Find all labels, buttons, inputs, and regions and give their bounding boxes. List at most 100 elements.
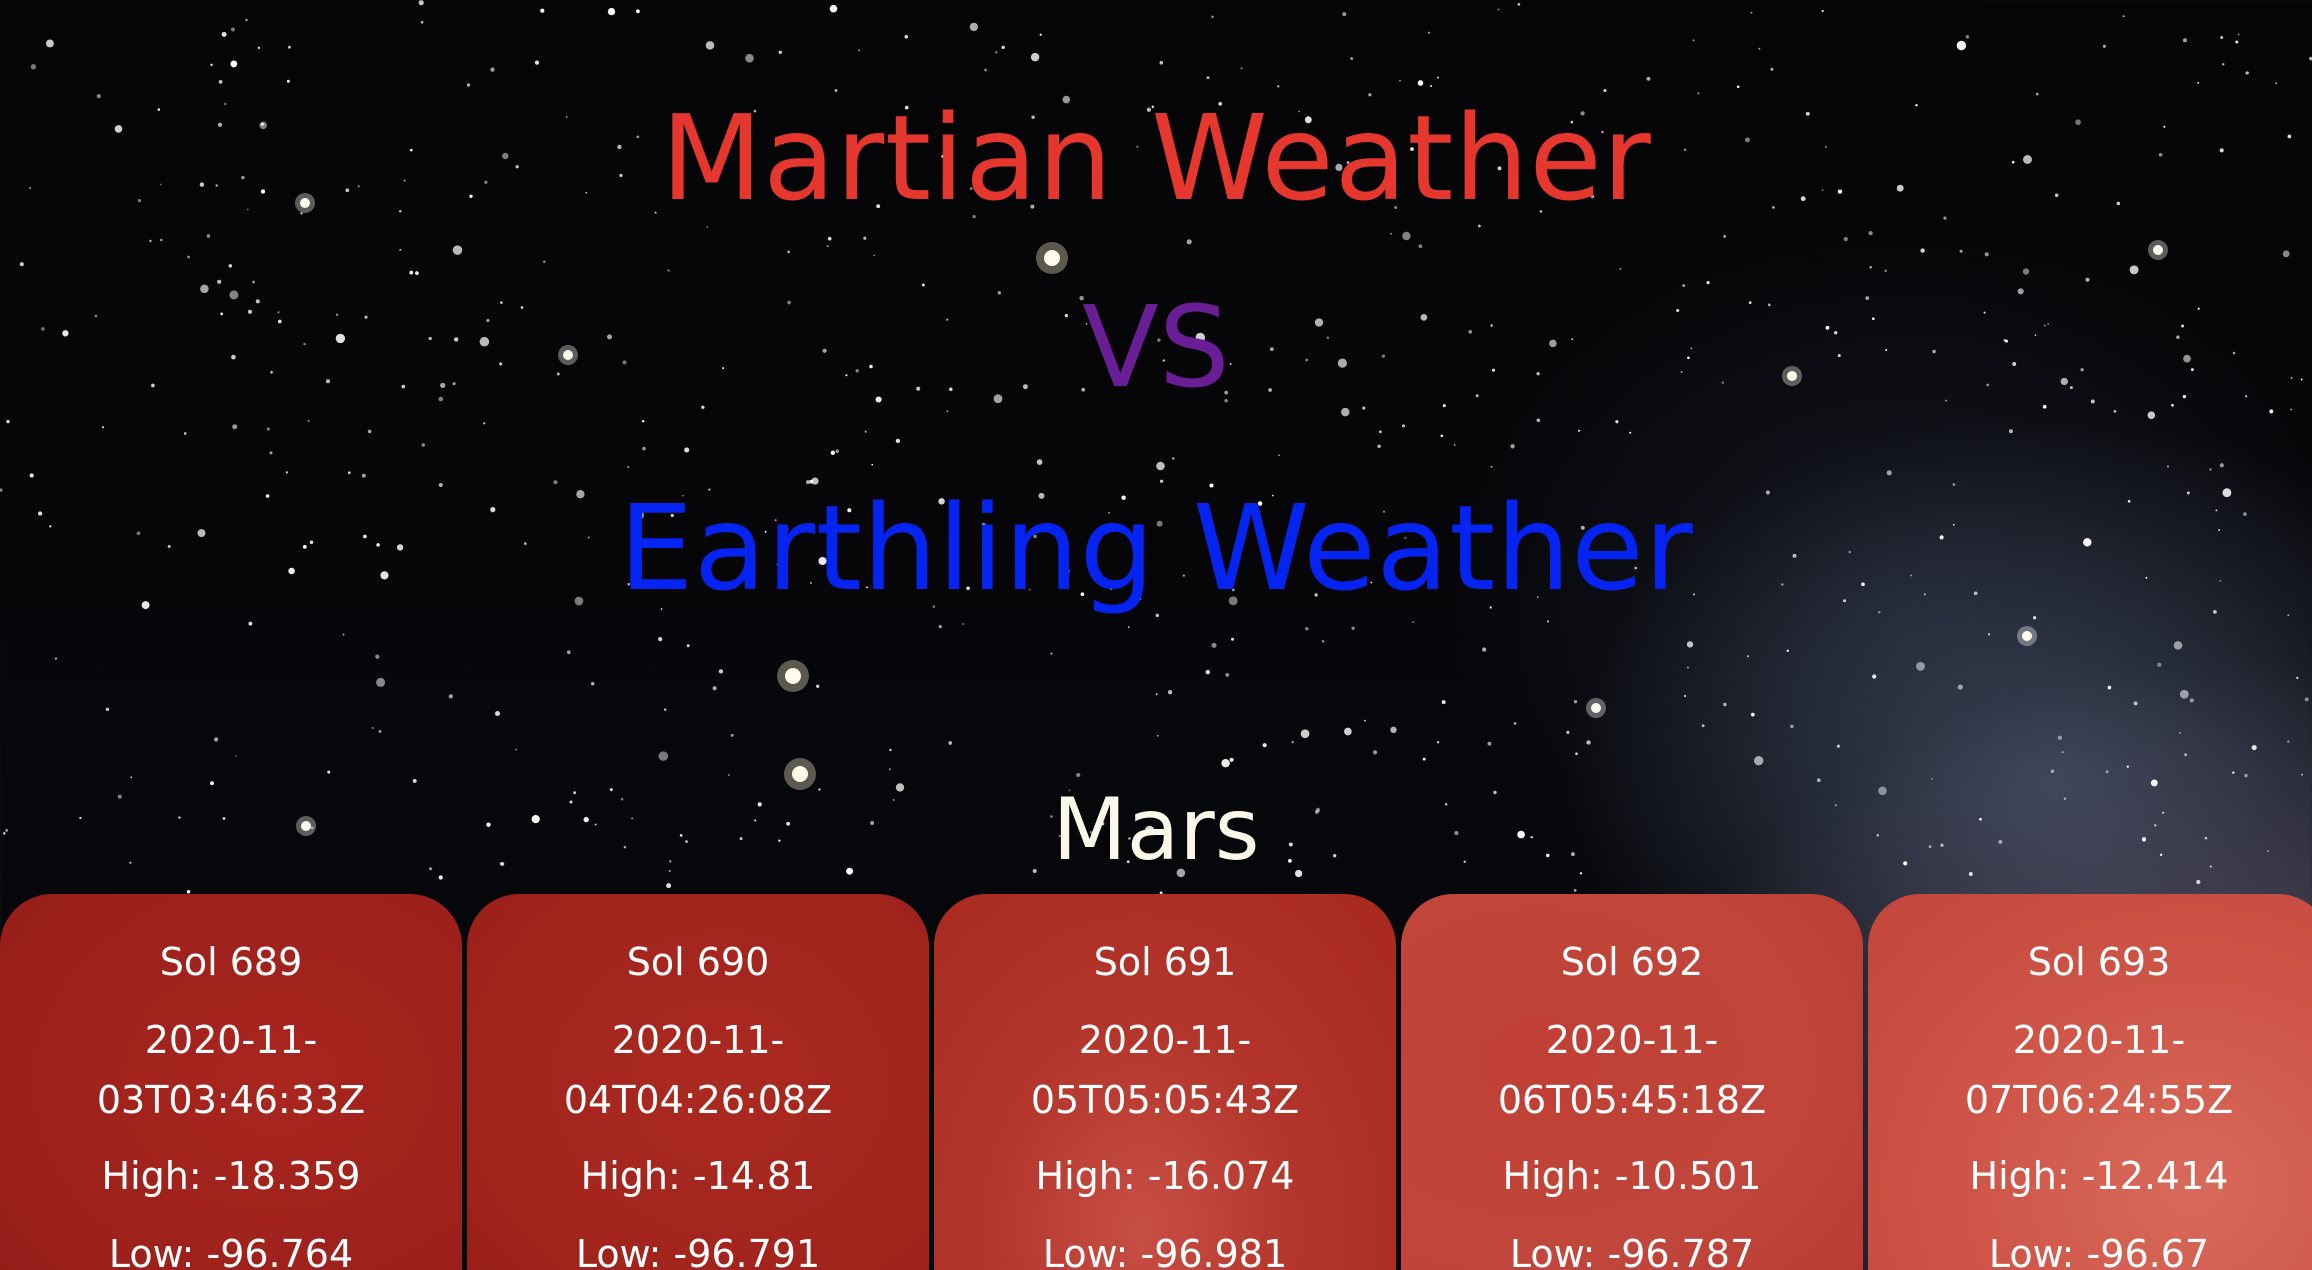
star <box>490 67 495 72</box>
sol-card: Sol 693 2020-11- 07T06:24:55Z High: -12.… <box>1868 894 2312 1270</box>
star <box>1373 750 1378 755</box>
star <box>1723 702 1727 707</box>
star <box>2182 38 2187 43</box>
star <box>1039 33 1042 36</box>
star <box>235 755 237 757</box>
star <box>187 255 191 259</box>
star <box>1513 722 1517 725</box>
star <box>415 271 419 275</box>
star <box>1959 249 1963 253</box>
sol-card: Sol 690 2020-11- 04T04:26:08Z High: -14.… <box>467 894 929 1270</box>
star <box>1050 652 1053 655</box>
bright-star <box>2153 245 2163 255</box>
sol-card: Sol 689 2020-11- 03T03:46:33Z High: -18.… <box>0 894 462 1270</box>
sol-high-temp: High: -12.414 <box>1969 1154 2229 1198</box>
star <box>1240 67 1243 70</box>
star <box>2301 773 2304 776</box>
sol-date-line2: 03T03:46:33Z <box>96 1078 366 1122</box>
star <box>1427 31 1431 35</box>
star <box>376 677 386 687</box>
star <box>1436 740 1440 744</box>
star <box>1754 756 1764 766</box>
star <box>2196 879 2201 885</box>
star <box>327 770 331 774</box>
star <box>287 45 291 49</box>
star <box>1965 35 1970 39</box>
star <box>2235 40 2239 44</box>
sol-label: Sol 692 <box>1560 940 1704 984</box>
star <box>984 68 987 72</box>
star <box>105 707 110 712</box>
star <box>1750 712 1755 717</box>
star <box>421 443 426 447</box>
star <box>1225 672 1230 677</box>
star <box>1956 40 1967 51</box>
star <box>515 748 518 751</box>
star <box>1418 244 1423 249</box>
star <box>895 438 901 444</box>
star <box>1422 757 1426 761</box>
sol-low-temp: Low: -96.981 <box>1042 1232 1288 1270</box>
mars-section-heading: Mars <box>1052 780 1260 880</box>
star <box>858 49 861 52</box>
star <box>667 269 670 272</box>
star <box>2245 71 2249 75</box>
star <box>1390 726 1397 734</box>
star <box>642 446 646 451</box>
star <box>1482 647 1487 652</box>
sol-date-line1: 2020-11- <box>2012 1018 2186 1062</box>
star <box>1517 3 1521 6</box>
star <box>969 22 979 32</box>
star <box>835 449 840 454</box>
star <box>1441 700 1446 705</box>
star <box>1211 642 1217 648</box>
star <box>210 63 213 67</box>
star <box>1957 684 1963 690</box>
star <box>30 64 37 70</box>
star <box>1586 740 1591 745</box>
star <box>1701 724 1705 728</box>
sol-high-temp: High: -10.501 <box>1502 1154 1762 1198</box>
star <box>1364 719 1366 722</box>
star <box>160 238 163 242</box>
star <box>230 60 238 68</box>
sol-card: Sol 691 2020-11- 05T05:05:43Z High: -16.… <box>934 894 1396 1270</box>
bright-star <box>1591 703 1601 713</box>
star <box>1750 11 1753 14</box>
star <box>130 776 133 779</box>
star <box>540 8 545 13</box>
star <box>745 53 754 63</box>
star <box>409 270 414 275</box>
star <box>2008 429 2013 434</box>
star <box>266 427 270 431</box>
star <box>1221 759 1230 768</box>
star <box>2184 753 2188 757</box>
star <box>2122 15 2125 18</box>
star <box>2304 697 2309 702</box>
star <box>948 741 953 745</box>
star <box>1186 239 1192 245</box>
star <box>1684 695 1687 697</box>
star <box>1573 700 1578 704</box>
star <box>830 450 835 455</box>
star <box>641 419 645 423</box>
star <box>1350 57 1354 60</box>
sol-label: Sol 691 <box>1093 940 1237 984</box>
sol-date-line2: 07T06:24:55Z <box>1964 1078 2234 1122</box>
star <box>1758 47 1761 50</box>
star <box>1402 424 1405 428</box>
bright-star <box>2022 631 2032 641</box>
star <box>1262 743 1267 748</box>
star <box>228 264 233 268</box>
sol-label: Sol 690 <box>626 940 770 984</box>
star <box>591 682 595 686</box>
star <box>1615 420 1619 424</box>
star <box>2189 698 2194 703</box>
star <box>666 883 672 889</box>
sol-date-line2: 05T05:05:43Z <box>1030 1078 1300 1122</box>
star <box>307 419 310 422</box>
star <box>2107 685 2112 690</box>
star <box>1575 752 1578 756</box>
star <box>257 46 260 50</box>
mars-weather-cards: Sol 689 2020-11- 03T03:46:33Z High: -18.… <box>0 894 2312 1270</box>
